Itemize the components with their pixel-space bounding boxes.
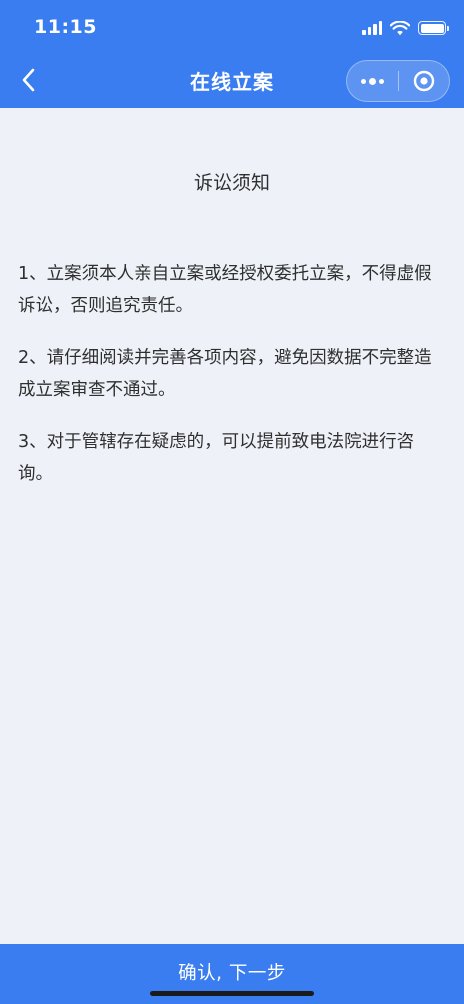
status-icons xyxy=(362,18,449,38)
nav-bar: 在线立案 xyxy=(0,52,464,108)
notice-item: 1、立案须本人亲自立案或经授权委托立案，不得虚假诉讼，否则追究责任。 xyxy=(18,264,432,316)
notice-content: 诉讼须知 1、立案须本人亲自立案或经授权委托立案，不得虚假诉讼，否则追究责任。 … xyxy=(0,108,464,944)
miniprogram-capsule xyxy=(346,60,450,102)
target-circle-icon xyxy=(413,70,434,92)
notice-item: 2、请仔细阅读并完善各项内容，避免因数据不完整造成立案审查不通过。 xyxy=(18,348,432,400)
notice-title: 诉讼须知 xyxy=(193,172,270,194)
signal-icon xyxy=(362,21,382,35)
more-dots-icon xyxy=(360,77,384,85)
more-button[interactable] xyxy=(347,60,398,102)
home-indicator xyxy=(150,991,314,996)
wifi-icon xyxy=(390,20,410,35)
notice-item: 3、对于管辖存在疑虑的，可以提前致电法院进行咨询。 xyxy=(18,432,415,484)
battery-icon xyxy=(418,21,449,35)
close-miniprogram-button[interactable] xyxy=(398,60,449,102)
status-bar: 11:15 xyxy=(0,0,464,52)
notice-list: 1、立案须本人亲自立案或经授权委托立案，不得虚假诉讼，否则追究责任。 2、请仔细… xyxy=(18,258,438,510)
status-time: 11:15 xyxy=(34,16,97,38)
top-bar: 11:15 在线立案 xyxy=(0,0,464,108)
screen: 11:15 在线立案 诉讼须知 1、立案须本人亲自立案或经授权委托立案，不得虚假… xyxy=(0,0,464,1004)
